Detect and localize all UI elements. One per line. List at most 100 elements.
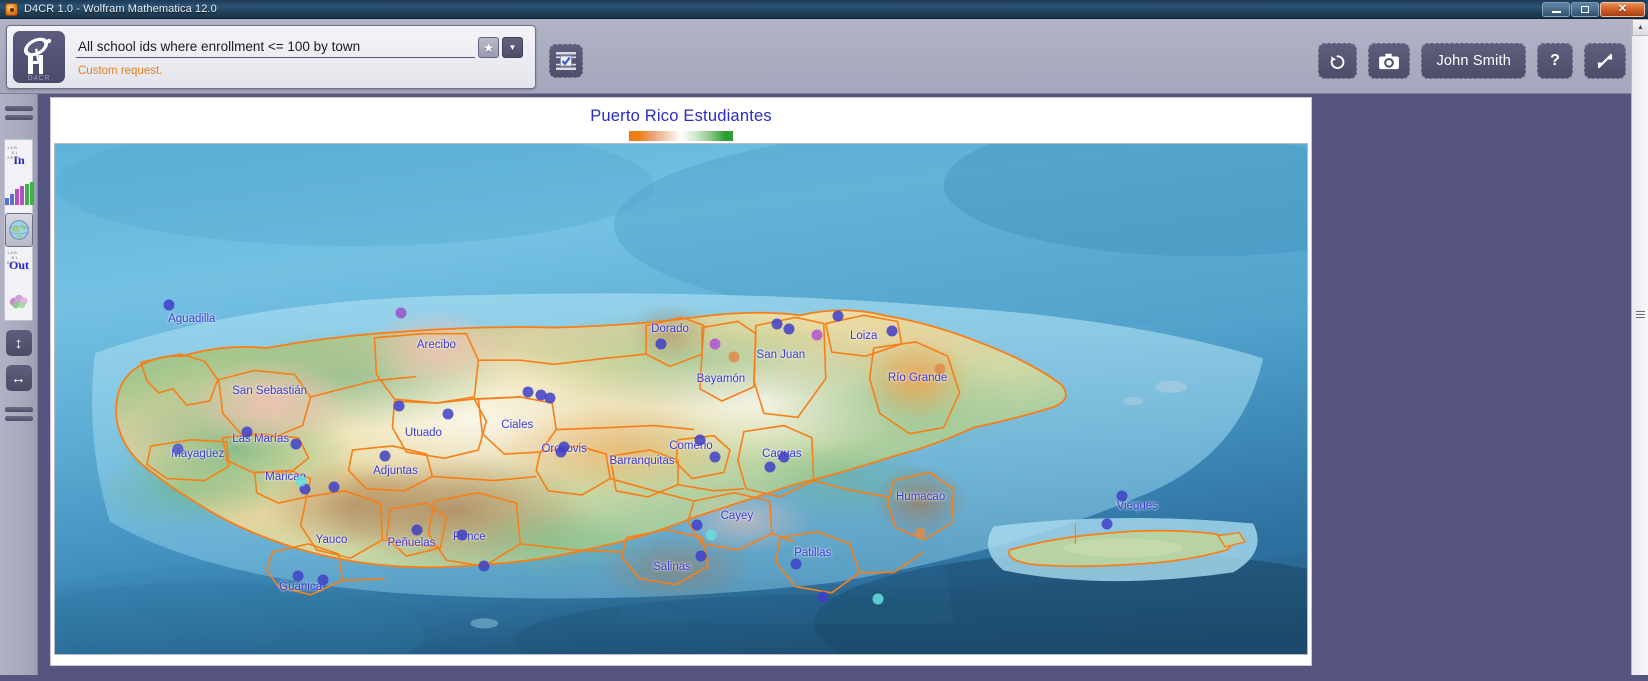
favorite-star-icon[interactable]: ★ — [478, 37, 499, 58]
school-data-point[interactable] — [832, 310, 844, 322]
resize-horizontal-button[interactable]: ↔ — [5, 365, 32, 391]
school-data-point[interactable] — [811, 329, 823, 341]
school-data-point[interactable] — [709, 451, 721, 463]
map-graphic — [55, 144, 1307, 654]
workspace-background: Puerto Rico Estudiantes Aguadilla Arecib… — [38, 94, 1648, 681]
scrollbar-grip[interactable] — [1636, 309, 1645, 319]
school-data-point[interactable] — [691, 519, 703, 531]
school-data-point[interactable] — [241, 426, 253, 438]
school-data-point[interactable] — [709, 338, 721, 350]
school-data-point[interactable] — [393, 400, 405, 412]
school-data-point[interactable] — [778, 451, 790, 463]
window-bottom-strip — [0, 675, 1648, 681]
school-data-point[interactable] — [886, 325, 898, 337]
diagonal-arrow-icon — [1597, 53, 1613, 69]
school-data-point[interactable] — [695, 550, 707, 562]
panel-selector-stack: 1 A B B 14 B 5 A In 1 A B B 1 B B 1 A Ou… — [4, 139, 34, 321]
school-data-point[interactable] — [295, 475, 307, 487]
menu-bar-line — [5, 115, 33, 120]
logo-caption: D4CR — [27, 75, 51, 82]
sidebar-item-chart[interactable] — [4, 178, 34, 212]
table-checklist-icon — [556, 52, 576, 70]
scroll-up-button[interactable]: ▲ — [1632, 19, 1648, 36]
sidebar-menu-bottom-button[interactable] — [0, 391, 38, 421]
d4cr-logo-icon: D4CR — [13, 31, 65, 83]
sidebar-item-input[interactable]: 1 A B B 14 B 5 A In — [5, 143, 33, 177]
table-grid-decoration: 1 A B B 14 B 5 A — [7, 145, 21, 160]
menu-bar-line — [5, 106, 33, 111]
undo-arrow-icon — [1331, 54, 1345, 69]
query-input[interactable] — [76, 37, 475, 58]
window-title: D4CR 1.0 - Wolfram Mathematica 12.0 — [24, 3, 217, 15]
resize-vertical-button[interactable]: ↕ — [5, 330, 32, 356]
query-panel: D4CR ★ ▼ Custom request. — [6, 25, 536, 89]
school-data-point[interactable] — [728, 351, 740, 363]
school-data-point[interactable] — [411, 524, 423, 536]
vertical-scrollbar[interactable]: ▲ — [1631, 19, 1648, 681]
school-data-point[interactable] — [328, 481, 340, 493]
minimize-button[interactable] — [1542, 1, 1570, 17]
school-data-point[interactable] — [555, 446, 567, 458]
map-title: Puerto Rico Estudiantes — [590, 107, 772, 125]
school-data-point[interactable] — [442, 408, 454, 420]
user-account-button[interactable]: John Smith — [1421, 43, 1526, 79]
school-data-point[interactable] — [292, 570, 304, 582]
menu-bar-line — [5, 407, 33, 412]
chevron-down-icon[interactable]: ▼ — [502, 37, 523, 58]
school-data-point[interactable] — [783, 323, 795, 335]
camera-icon — [1379, 53, 1400, 70]
school-data-point[interactable] — [872, 593, 884, 605]
window-controls: ✕ — [1541, 1, 1645, 17]
close-button[interactable]: ✕ — [1600, 1, 1645, 17]
scatter-plot-icon — [9, 294, 28, 309]
bar-chart-icon — [4, 182, 34, 205]
school-data-point[interactable] — [478, 560, 490, 572]
school-data-point[interactable] — [694, 434, 706, 446]
school-data-point[interactable] — [764, 461, 776, 473]
expand-fullscreen-button[interactable] — [1584, 43, 1626, 79]
school-data-point[interactable] — [655, 338, 667, 350]
globe-icon — [9, 220, 29, 240]
query-status-text: Custom request. — [78, 65, 163, 77]
school-data-point[interactable] — [290, 438, 302, 450]
application-toolbar: D4CR ★ ▼ Custom request. — [0, 19, 1648, 94]
school-data-point[interactable] — [914, 527, 926, 539]
query-fields: ★ ▼ Custom request. — [76, 37, 523, 77]
map-colorbar-legend — [629, 131, 733, 141]
school-data-point[interactable] — [379, 450, 391, 462]
school-data-point[interactable] — [817, 591, 829, 603]
school-data-point[interactable] — [456, 529, 468, 541]
document-panel: Puerto Rico Estudiantes Aguadilla Arecib… — [50, 97, 1312, 666]
school-data-point[interactable] — [1101, 518, 1113, 530]
window-title-bar: D4CR 1.0 - Wolfram Mathematica 12.0 ✕ — [0, 0, 1648, 19]
table-grid-decoration: 1 A B B 1B B 1 A — [7, 250, 21, 265]
camera-snapshot-button[interactable] — [1368, 43, 1411, 79]
sidebar-item-output[interactable]: 1 A B B 1B B 1 A Out — [5, 248, 33, 282]
help-button[interactable]: ? — [1537, 43, 1573, 79]
toolbar-right-tools: John Smith ? — [1318, 43, 1626, 79]
mathematica-icon — [5, 2, 18, 16]
school-data-point[interactable] — [395, 307, 407, 319]
query-input-row: ★ ▼ — [76, 37, 523, 58]
school-data-point[interactable] — [163, 299, 175, 311]
sidebar-item-scatter[interactable] — [5, 283, 33, 317]
map-canvas[interactable]: Aguadilla Arecibo San Sebastián Las Marías M… — [55, 144, 1307, 654]
sidebar-menu-top-button[interactable] — [0, 94, 38, 132]
school-data-point[interactable] — [1116, 490, 1128, 502]
school-data-point[interactable] — [934, 363, 946, 375]
school-data-point[interactable] — [317, 574, 329, 586]
table-view-button[interactable] — [549, 44, 583, 78]
school-data-point[interactable] — [771, 318, 783, 330]
application-window: D4CR 1.0 - Wolfram Mathematica 12.0 ✕ D4… — [0, 0, 1648, 681]
school-data-point[interactable] — [544, 392, 556, 404]
school-data-point[interactable] — [522, 386, 534, 398]
school-data-point[interactable] — [790, 558, 802, 570]
menu-bar-line — [5, 416, 33, 421]
map-frame[interactable]: Aguadilla Arecibo San Sebastián Las Marías M… — [54, 143, 1308, 655]
left-sidebar: 1 A B B 14 B 5 A In 1 A B B 1 B B 1 A Ou… — [0, 94, 38, 681]
school-data-point[interactable] — [705, 529, 717, 541]
history-undo-button[interactable] — [1318, 43, 1358, 79]
school-data-point[interactable] — [172, 443, 184, 455]
maximize-button[interactable] — [1571, 1, 1599, 17]
sidebar-item-map[interactable] — [5, 213, 33, 247]
